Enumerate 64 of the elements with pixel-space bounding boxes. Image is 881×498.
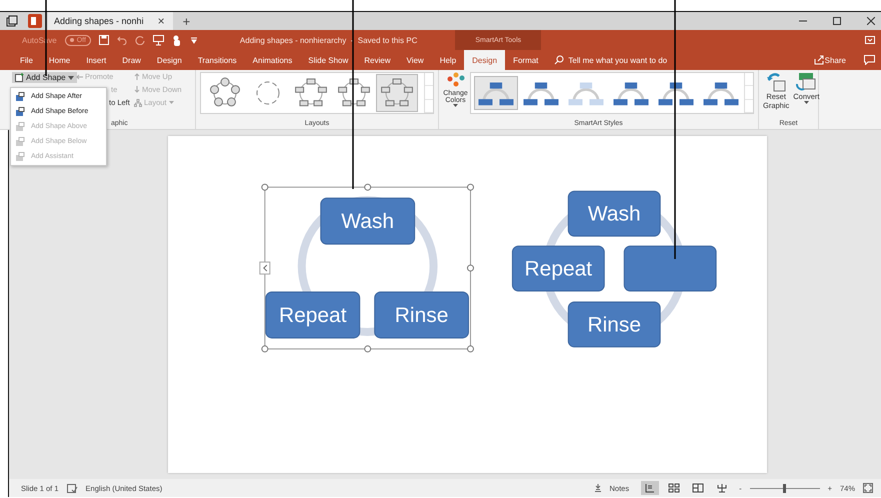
- add-shape-icon: [15, 73, 24, 82]
- ribbon-tab[interactable]: Draw: [114, 50, 149, 70]
- caret-icon: [804, 101, 809, 104]
- ribbon-tab[interactable]: Design: [148, 50, 190, 70]
- caret-icon: [168, 101, 174, 104]
- left-arrow-icon: [76, 74, 83, 80]
- empty-smartart-shape[interactable]: [624, 246, 717, 292]
- layout-thumbnail[interactable]: [376, 74, 418, 112]
- powerpoint-logo-icon: [28, 14, 42, 28]
- up-arrow-icon: [134, 73, 140, 80]
- undo-icon[interactable]: [116, 35, 127, 45]
- shape-icon: [15, 122, 25, 132]
- new-tab-button[interactable]: +: [178, 14, 194, 28]
- add-shape-button[interactable]: Add Shape: [12, 72, 77, 83]
- save-icon[interactable]: [98, 35, 109, 45]
- selection-frame[interactable]: [261, 184, 474, 352]
- ribbon-tab[interactable]: Format: [505, 50, 546, 70]
- notes-icon: [594, 484, 602, 492]
- presentation-icon[interactable]: [152, 34, 164, 46]
- ribbon-tab[interactable]: Transitions: [190, 50, 245, 70]
- smartart-shape[interactable]: Repeat: [512, 246, 605, 292]
- smartart-shape[interactable]: Rinse: [374, 292, 469, 338]
- maximize-icon[interactable]: [833, 17, 841, 25]
- zoom-slider-thumb[interactable]: [783, 484, 786, 492]
- comment-icon[interactable]: [864, 55, 875, 65]
- down-arrow-icon: [134, 86, 140, 93]
- search-icon[interactable]: [554, 55, 564, 65]
- tab-switcher-icon[interactable]: [6, 15, 18, 27]
- close-icon[interactable]: [867, 17, 875, 25]
- ribbon-tab[interactable]: Review: [356, 50, 398, 70]
- ribbon-tab[interactable]: Insert: [78, 50, 114, 70]
- text-pane-toggle[interactable]: [259, 262, 270, 275]
- hierarchy-icon: [134, 98, 142, 106]
- shape-icon: [15, 136, 25, 146]
- fit-to-window-icon[interactable]: [863, 483, 873, 493]
- redo-icon[interactable]: [134, 35, 145, 45]
- caret-icon: [68, 76, 74, 80]
- smartart-shape[interactable]: Rinse: [568, 302, 661, 348]
- smartart-shape[interactable]: Wash: [568, 190, 661, 237]
- close-tab-button[interactable]: ×: [158, 14, 165, 28]
- ribbon-tab[interactable]: View: [398, 50, 432, 70]
- smartart-shape[interactable]: Repeat: [265, 292, 360, 338]
- color-dots-icon: [446, 72, 466, 88]
- share-icon[interactable]: [814, 55, 825, 65]
- ribbon-tab[interactable]: Animations: [244, 50, 300, 70]
- ribbon-tab[interactable]: Home: [40, 50, 78, 70]
- caret-icon: [453, 104, 458, 107]
- smartart-shape[interactable]: Wash: [320, 198, 416, 245]
- document-title: Adding shapes - nonhierarchy - Saved to this PC: [240, 36, 418, 44]
- customize-icon[interactable]: [190, 36, 198, 44]
- ribbon-tab[interactable]: Help: [432, 50, 464, 70]
- browser-tab[interactable]: Adding shapes - nonhi ×: [48, 12, 173, 30]
- shape-icon: [15, 92, 25, 102]
- style-thumbnail[interactable]: [474, 76, 518, 110]
- ribbon-tab[interactable]: Slide Show: [300, 50, 356, 70]
- ribbon-display-icon[interactable]: [865, 36, 875, 44]
- view-button[interactable]: [641, 481, 660, 495]
- ribbon-tab[interactable]: Design: [464, 50, 506, 70]
- ribbon-tab[interactable]: File: [12, 50, 41, 70]
- tell-me-search[interactable]: Tell me what you want to do: [568, 56, 668, 64]
- spell-check-icon[interactable]: [66, 484, 78, 492]
- shape-icon: [15, 152, 25, 162]
- shape-icon: [15, 106, 25, 116]
- share-button[interactable]: Share: [824, 56, 846, 64]
